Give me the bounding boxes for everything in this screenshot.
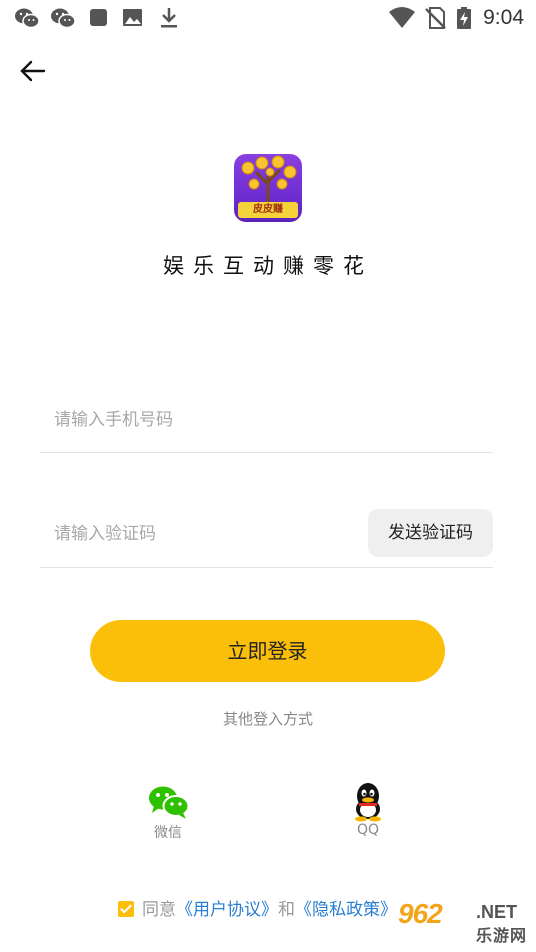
watermark-sub: 乐游网 — [476, 928, 528, 945]
wechat-icon[interactable] — [148, 784, 190, 820]
status-time: 9:04 — [483, 6, 524, 29]
verification-code-input[interactable] — [52, 516, 346, 552]
login-button[interactable]: 立即登录 — [90, 620, 445, 682]
image-icon — [123, 9, 142, 26]
battery-charging-icon — [457, 7, 471, 29]
phone-input[interactable] — [52, 402, 456, 438]
download-icon — [161, 8, 177, 28]
watermark-net: .NET — [476, 902, 518, 922]
status-bar: 9:04 — [0, 0, 536, 36]
wifi-icon — [389, 7, 415, 28]
wechat-label: 微信 — [154, 825, 182, 841]
privacy-policy-link[interactable]: 《隐私政策》 — [295, 900, 397, 920]
site-watermark: 962 .NET 乐游网 — [398, 898, 530, 946]
stop-icon — [90, 9, 107, 26]
watermark-main: 962 — [398, 898, 443, 929]
qq-icon[interactable] — [350, 782, 386, 822]
agree-checkbox[interactable] — [118, 901, 134, 917]
app-tagline: 娱乐互动赚零花 — [163, 254, 373, 278]
user-agreement-link[interactable]: 《用户协议》 — [176, 900, 278, 920]
agree-prefix: 同意 — [142, 900, 176, 920]
app-logo: 皮皮赚 — [234, 154, 302, 222]
other-login-title: 其他登入方式 — [222, 710, 313, 728]
logo-banner: 皮皮赚 — [238, 202, 298, 218]
agree-and: 和 — [278, 900, 295, 920]
wechat-icon — [51, 8, 76, 29]
qq-label: QQ — [356, 822, 380, 838]
back-arrow-icon[interactable] — [16, 54, 50, 88]
agreement-row: 同意《用户协议》和《隐私政策》 — [118, 895, 397, 920]
no-sim-icon — [425, 7, 446, 29]
coin-tree-icon — [241, 155, 297, 204]
phone-divider — [40, 452, 493, 453]
code-divider — [40, 567, 493, 568]
wechat-icon — [15, 8, 40, 29]
send-code-button[interactable]: 发送验证码 — [368, 509, 493, 557]
